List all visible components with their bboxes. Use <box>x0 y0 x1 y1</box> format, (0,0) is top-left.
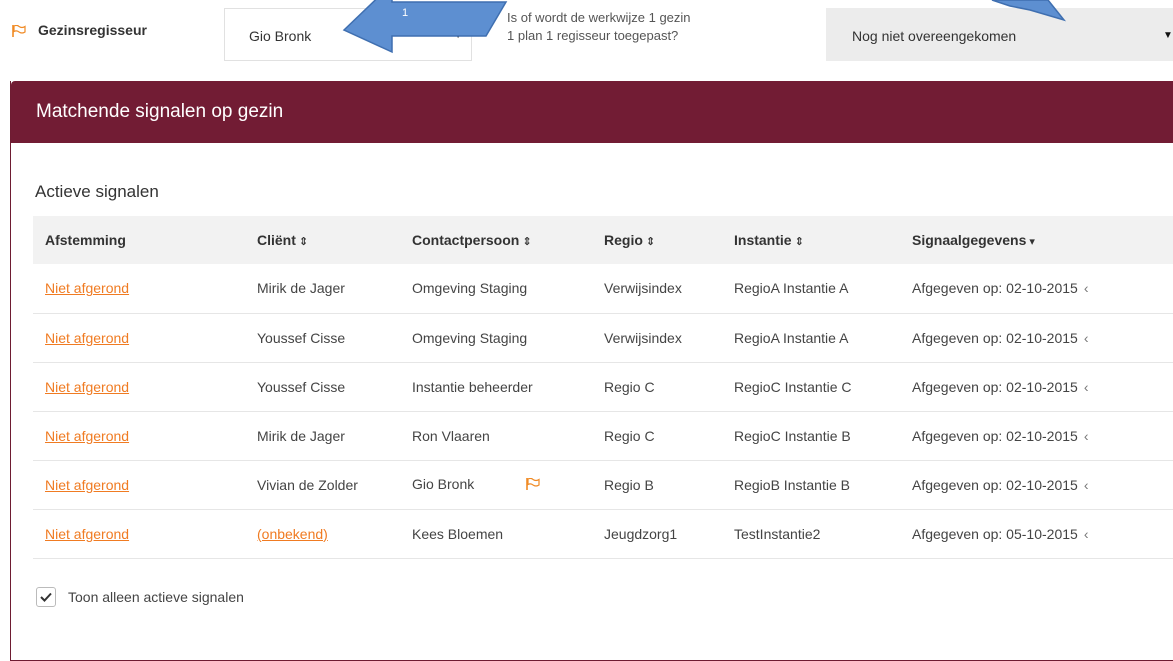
active-signals-toggle[interactable]: Toon alleen actieve signalen <box>36 587 244 607</box>
column-header-regio[interactable]: Regio ⇕ <box>592 216 722 264</box>
chevron-left-icon[interactable]: ‹ <box>1084 379 1089 395</box>
instantie-cell: RegioB Instantie B <box>734 476 850 493</box>
regisseur-select[interactable]: Gio Bronk ▼ <box>224 8 472 61</box>
signaal-cell[interactable]: Afgegeven op: 02-10-2015 ‹ <box>900 460 1173 509</box>
signaal-cell[interactable]: Afgegeven op: 02-10-2015 ‹ <box>900 362 1173 411</box>
werkwijze-status-select[interactable]: Nog niet overeengekomen ▼ <box>826 8 1173 61</box>
contact-cell: Gio Bronk <box>400 460 592 509</box>
chevron-left-icon[interactable]: ‹ <box>1084 330 1089 346</box>
table-row: Niet afgerond Youssef Cisse Omgeving Sta… <box>33 313 1173 362</box>
client-link[interactable]: (onbekend) <box>257 526 328 542</box>
contact-cell: Instantie beheerder <box>412 378 533 395</box>
column-header-signaalgegevens[interactable]: Signaalgegevens ▾ <box>900 216 1173 264</box>
regisseur-select-value: Gio Bronk <box>249 28 312 44</box>
table-row: Niet afgerond Youssef Cisse Instantie be… <box>33 362 1173 411</box>
instantie-cell: RegioA Instantie A <box>734 280 849 297</box>
table-header-row: Afstemming Cliënt ⇕ Contactpersoon ⇕ Regio… <box>33 216 1173 264</box>
regio-cell: Verwijsindex <box>604 280 682 297</box>
afstemming-link[interactable]: Niet afgerond <box>45 526 129 542</box>
afstemming-link[interactable]: Niet afgerond <box>45 477 129 493</box>
afstemming-link[interactable]: Niet afgerond <box>45 280 129 296</box>
contact-cell: Omgeving Staging <box>412 280 528 297</box>
sort-icon[interactable]: ⇕ <box>299 236 308 248</box>
instantie-cell: RegioC Instantie C <box>734 378 852 395</box>
chevron-left-icon[interactable]: ‹ <box>1084 428 1089 444</box>
regio-cell: Regio C <box>604 378 655 395</box>
contact-cell: Kees Bloemen <box>412 525 504 542</box>
active-signals-checkbox[interactable] <box>36 587 56 607</box>
chevron-left-icon[interactable]: ‹ <box>1084 477 1089 493</box>
signaal-cell[interactable]: Afgegeven op: 05-10-2015 ‹ <box>900 509 1173 558</box>
afstemming-link[interactable]: Niet afgerond <box>45 330 129 346</box>
instantie-cell: RegioA Instantie A <box>734 329 849 346</box>
flag-icon <box>526 477 540 493</box>
client-cell: Vivian de Zolder <box>257 476 358 493</box>
panel-header: Matchende signalen op gezin <box>11 81 1173 143</box>
column-header-instantie[interactable]: Instantie ⇕ <box>722 216 900 264</box>
top-bar: Gezinsregisseur Gio Bronk ▼ Is of wordt … <box>0 0 1173 70</box>
afstemming-link[interactable]: Niet afgerond <box>45 379 129 395</box>
client-cell: Mirik de Jager <box>257 280 345 297</box>
werkwijze-question: Is of wordt de werkwijze 1 gezin 1 plan … <box>507 9 807 45</box>
flag-icon <box>12 25 26 37</box>
column-header-afstemming: Afstemming <box>45 232 126 248</box>
instantie-cell: RegioC Instantie B <box>734 427 851 444</box>
question-line-1: Is of wordt de werkwijze 1 gezin <box>507 10 691 25</box>
sort-icon[interactable]: ⇕ <box>522 236 531 248</box>
signaal-cell[interactable]: Afgegeven op: 02-10-2015 ‹ <box>900 313 1173 362</box>
caret-down-icon: ▼ <box>453 30 463 41</box>
panel-title: Matchende signalen op gezin <box>36 101 284 122</box>
table-row: Niet afgerond Vivian de Zolder Gio Bronk… <box>33 460 1173 509</box>
table-row: Niet afgerond Mirik de Jager Omgeving St… <box>33 264 1173 313</box>
contact-cell: Ron Vlaaren <box>412 427 490 444</box>
matching-signals-panel: Matchende signalen op gezin Actieve sign… <box>10 81 1173 661</box>
question-line-2: 1 plan 1 regisseur toegepast? <box>507 28 679 43</box>
sort-icon[interactable]: ⇕ <box>646 236 655 248</box>
signals-table: Afstemming Cliënt ⇕ Contactpersoon ⇕ Regio… <box>33 216 1173 559</box>
regio-cell: Regio B <box>604 476 654 493</box>
status-select-value: Nog niet overeengekomen <box>852 28 1017 44</box>
signaal-cell[interactable]: Afgegeven op: 02-10-2015 ‹ <box>900 264 1173 313</box>
active-signals-label: Toon alleen actieve signalen <box>68 589 244 605</box>
regio-cell: Jeugdzorg1 <box>604 525 678 542</box>
section-title: Actieve signalen <box>35 182 159 201</box>
column-header-client[interactable]: Cliënt ⇕ <box>245 216 400 264</box>
sort-desc-icon[interactable]: ▾ <box>1029 236 1035 248</box>
signaal-cell[interactable]: Afgegeven op: 02-10-2015 ‹ <box>900 411 1173 460</box>
chevron-left-icon[interactable]: ‹ <box>1084 280 1089 296</box>
checkmark-icon <box>40 592 52 602</box>
chevron-left-icon[interactable]: ‹ <box>1084 526 1089 542</box>
instantie-cell: TestInstantie2 <box>734 525 821 542</box>
table-row: Niet afgerond Mirik de Jager Ron Vlaaren… <box>33 411 1173 460</box>
client-cell: Youssef Cisse <box>257 329 346 346</box>
caret-down-icon: ▼ <box>1163 30 1173 41</box>
column-header-contactpersoon[interactable]: Contactpersoon ⇕ <box>400 216 592 264</box>
regio-cell: Verwijsindex <box>604 329 682 346</box>
contact-cell: Omgeving Staging <box>412 329 528 346</box>
client-cell: Youssef Cisse <box>257 378 346 395</box>
gezinsregisseur-label: Gezinsregisseur <box>38 22 147 38</box>
regio-cell: Regio C <box>604 427 655 444</box>
sort-icon[interactable]: ⇕ <box>795 236 804 248</box>
table-row: Niet afgerond (onbekend) Kees Bloemen Je… <box>33 509 1173 558</box>
client-cell: Mirik de Jager <box>257 427 345 444</box>
afstemming-link[interactable]: Niet afgerond <box>45 428 129 444</box>
